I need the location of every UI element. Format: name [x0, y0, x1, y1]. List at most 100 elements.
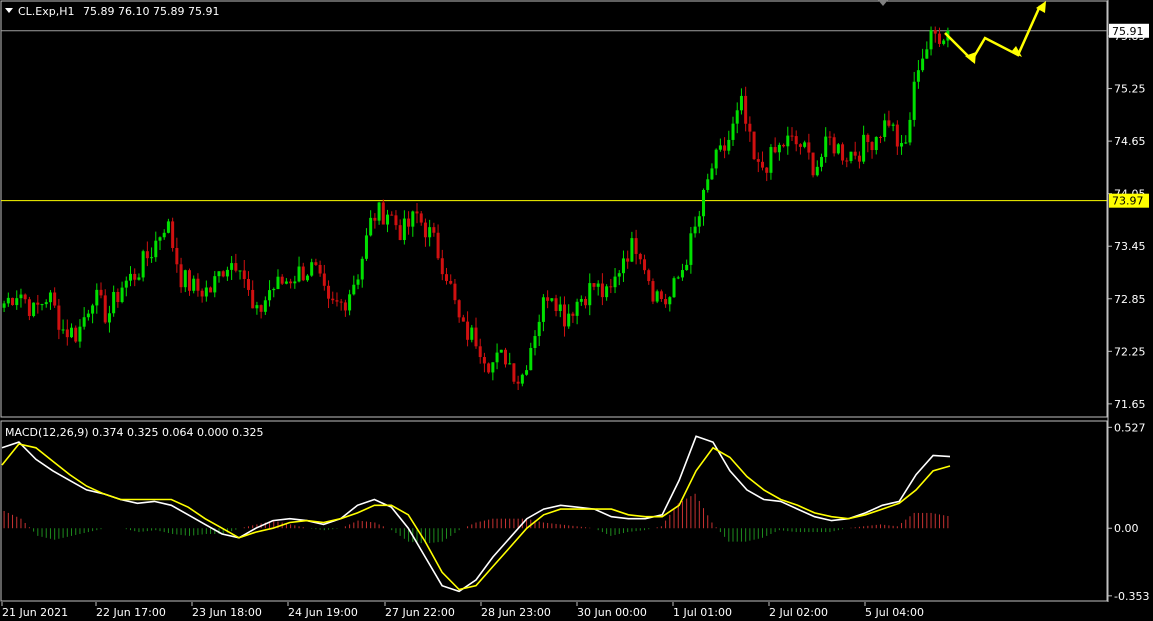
candle-body	[887, 120, 891, 126]
candle-body	[364, 235, 368, 259]
candle-body	[638, 253, 642, 260]
candle-body	[811, 152, 815, 176]
candle-body	[870, 142, 874, 151]
candle-body	[453, 283, 457, 301]
candle-body	[411, 211, 415, 227]
candle-body	[723, 145, 727, 151]
candle-body	[107, 313, 111, 323]
price-axis-ticks: 75.8575.2574.6574.0573.4572.8572.2571.65	[1108, 30, 1146, 411]
candle-body	[482, 357, 486, 364]
candle-body	[15, 298, 19, 306]
forecast-zigzag-arrow[interactable]	[944, 5, 1042, 63]
price-tick-label: 75.25	[1114, 83, 1146, 96]
candle-body	[516, 381, 520, 384]
candle-body	[238, 270, 242, 272]
candle-body	[293, 281, 297, 284]
time-tick-label: 28 Jun 23:00	[481, 606, 551, 619]
price-tick-label: 74.65	[1114, 135, 1146, 148]
candle-body	[276, 276, 280, 290]
candle-body	[600, 283, 604, 298]
price-tick-label: 72.85	[1114, 293, 1146, 306]
candle-body	[183, 270, 187, 288]
candle-body	[617, 273, 621, 277]
candle-body	[297, 266, 301, 282]
candle-body	[706, 179, 710, 190]
candle-body	[419, 213, 423, 223]
forecast-arrows[interactable]	[944, 1, 1046, 64]
candle-body	[558, 304, 562, 312]
candle-body	[912, 81, 916, 120]
candle-body	[310, 262, 314, 276]
candle-body	[752, 131, 756, 160]
candle-body	[196, 278, 200, 291]
candle-body	[596, 283, 600, 287]
candle-body	[584, 298, 588, 306]
candle-body	[853, 151, 857, 156]
candle-body	[874, 136, 878, 151]
candle-body	[546, 297, 550, 301]
candle-body	[866, 134, 870, 143]
candle-body	[862, 134, 866, 162]
candle-body	[331, 298, 335, 301]
candle-body	[415, 211, 419, 214]
candle-body	[508, 363, 512, 365]
candle-body	[40, 304, 44, 306]
candle-body	[495, 352, 499, 363]
candle-body	[230, 263, 234, 270]
time-tick-label: 2 Jul 02:00	[769, 606, 828, 619]
candle-body	[474, 327, 478, 347]
candle-body	[697, 216, 701, 227]
time-tick-label: 24 Jun 19:00	[288, 606, 358, 619]
candle-body	[187, 270, 191, 291]
time-tick-label: 22 Jun 17:00	[96, 606, 166, 619]
candle-body	[213, 276, 217, 293]
candle-body	[819, 156, 823, 167]
candle-body	[86, 313, 90, 318]
candle-body	[154, 240, 158, 258]
candle-body	[162, 232, 166, 238]
candle-body	[428, 227, 432, 238]
candle-body	[845, 160, 849, 162]
candle-body	[904, 142, 908, 144]
dropdown-triangle-icon[interactable]	[5, 8, 13, 13]
candle-body	[221, 271, 225, 277]
candle-body	[836, 144, 840, 154]
candle-body	[929, 30, 933, 50]
candle-body	[857, 155, 861, 162]
candle-body	[103, 295, 107, 323]
candle-body	[327, 285, 331, 299]
chart-window[interactable]: CL.Exp,H1 75.89 76.10 75.89 75.91 75.857…	[0, 0, 1153, 621]
candle-body	[727, 139, 731, 151]
time-tick-label: 23 Jun 18:00	[192, 606, 262, 619]
candle-body	[466, 321, 470, 340]
candle-body	[386, 214, 390, 225]
candle-body	[166, 221, 170, 233]
candle-body	[478, 346, 482, 358]
candle-body	[234, 263, 238, 271]
candle-body	[301, 266, 305, 281]
candle-body	[613, 276, 617, 288]
candle-body	[748, 123, 752, 132]
chart-shift-marker-icon[interactable]	[878, 0, 888, 6]
candle-body	[209, 287, 213, 293]
candle-body	[499, 349, 503, 353]
candle-body	[322, 273, 326, 286]
candle-body	[398, 225, 402, 241]
macd-histogram	[3, 493, 949, 544]
candle-body	[284, 281, 288, 284]
candle-body	[120, 287, 124, 303]
candle-body	[529, 347, 533, 371]
candle-body	[381, 202, 385, 225]
candle-body	[141, 251, 145, 278]
candle-body	[651, 281, 655, 302]
candle-body	[718, 145, 722, 150]
candle-body	[171, 221, 175, 248]
candle-body	[27, 299, 31, 316]
candle-body	[32, 302, 36, 316]
candle-body	[242, 270, 246, 280]
macd-tick-label: 0.527	[1114, 421, 1146, 434]
candle-body	[693, 226, 697, 234]
candle-body	[937, 33, 941, 44]
candle-body	[672, 278, 676, 298]
candle-body	[714, 149, 718, 169]
